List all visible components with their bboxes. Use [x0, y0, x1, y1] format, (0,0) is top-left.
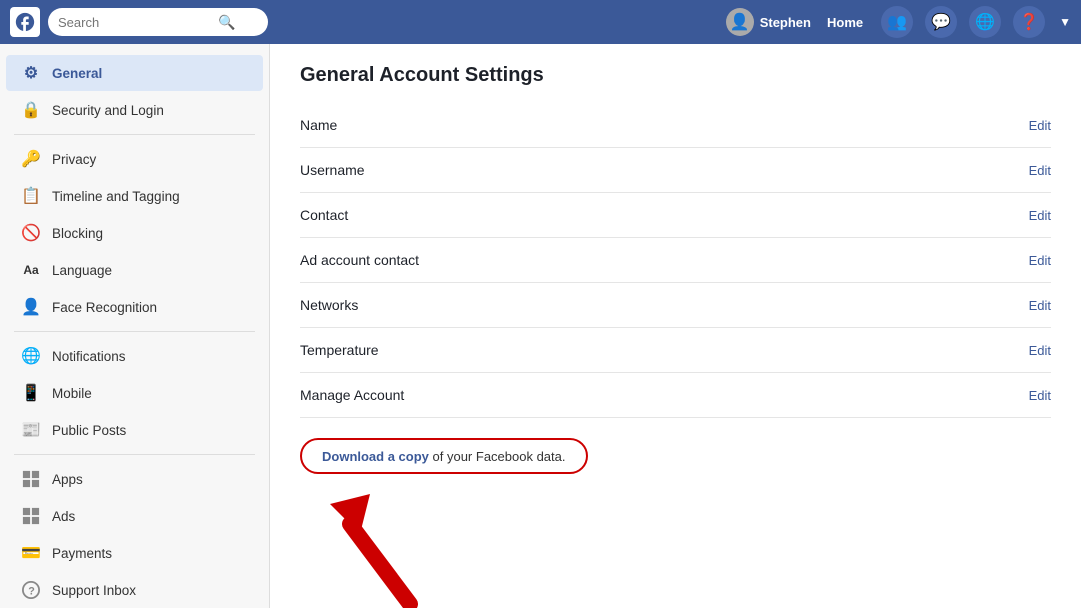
sidebar-item-label: Language	[52, 263, 112, 278]
sidebar-section-apps: Apps Ads 💳 Payments ? Support I	[0, 461, 269, 608]
sidebar-item-label: Payments	[52, 546, 112, 561]
mobile-icon: 📱	[20, 382, 42, 404]
help-icon[interactable]: ❓	[1013, 6, 1045, 38]
sidebar-item-timeline-tagging[interactable]: 📋 Timeline and Tagging	[6, 178, 263, 214]
sidebar-item-label: Timeline and Tagging	[52, 189, 180, 204]
ads-icon	[20, 505, 42, 527]
friends-icon[interactable]: 👥	[881, 6, 913, 38]
edit-username-link[interactable]: Edit	[1029, 163, 1051, 178]
row-label-contact: Contact	[300, 207, 1029, 223]
settings-row-temperature: Temperature Edit	[300, 328, 1051, 373]
settings-table: Name Edit Username Edit Contact Edit Ad …	[300, 103, 1051, 418]
notifications-icon: 🌐	[20, 345, 42, 367]
edit-name-link[interactable]: Edit	[1029, 118, 1051, 133]
sidebar-section-main: ⚙ General 🔒 Security and Login	[0, 55, 269, 128]
sidebar-item-general[interactable]: ⚙ General	[6, 55, 263, 91]
sidebar-divider	[14, 134, 255, 135]
search-input[interactable]	[58, 15, 218, 30]
sidebar-item-label: Privacy	[52, 152, 96, 167]
settings-row-contact: Contact Edit	[300, 193, 1051, 238]
face-recognition-icon: 👤	[20, 296, 42, 318]
top-navigation: 🔍 👤 Stephen Home 👥 💬 🌐 ❓ ▼	[0, 0, 1081, 44]
red-arrow-svg	[300, 484, 460, 608]
edit-ad-account-contact-link[interactable]: Edit	[1029, 253, 1051, 268]
search-box[interactable]: 🔍	[48, 8, 268, 36]
globe-icon[interactable]: 🌐	[969, 6, 1001, 38]
settings-row-ad-account-contact: Ad account contact Edit	[300, 238, 1051, 283]
sidebar: ⚙ General 🔒 Security and Login 🔑 Privacy…	[0, 44, 270, 608]
row-label-temperature: Temperature	[300, 342, 1029, 358]
sidebar-item-security-login[interactable]: 🔒 Security and Login	[6, 92, 263, 128]
user-name: Stephen	[760, 15, 811, 30]
home-link[interactable]: Home	[819, 15, 871, 30]
search-icon: 🔍	[218, 14, 235, 31]
sidebar-item-face-recognition[interactable]: 👤 Face Recognition	[6, 289, 263, 325]
sidebar-item-label: Face Recognition	[52, 300, 157, 315]
sidebar-item-label: Security and Login	[52, 103, 164, 118]
language-icon: Aa	[20, 259, 42, 281]
avatar: 👤	[726, 8, 754, 36]
sidebar-item-label: Apps	[52, 472, 83, 487]
sidebar-item-label: Support Inbox	[52, 583, 136, 598]
nav-dropdown-icon[interactable]: ▼	[1059, 15, 1071, 29]
edit-contact-link[interactable]: Edit	[1029, 208, 1051, 223]
privacy-icon: 🔑	[20, 148, 42, 170]
main-content: General Account Settings Name Edit Usern…	[270, 44, 1081, 608]
apps-icon	[20, 468, 42, 490]
sidebar-item-apps[interactable]: Apps	[6, 461, 263, 497]
sidebar-item-payments[interactable]: 💳 Payments	[6, 535, 263, 571]
annotation-arrow	[300, 484, 500, 608]
edit-temperature-link[interactable]: Edit	[1029, 343, 1051, 358]
sidebar-item-label: Blocking	[52, 226, 103, 241]
page-layout: ⚙ General 🔒 Security and Login 🔑 Privacy…	[0, 44, 1081, 608]
public-posts-icon: 📰	[20, 419, 42, 441]
sidebar-item-language[interactable]: Aa Language	[6, 252, 263, 288]
payments-icon: 💳	[20, 542, 42, 564]
page-title: General Account Settings	[300, 64, 1051, 87]
sidebar-item-label: Notifications	[52, 349, 126, 364]
support-inbox-icon: ?	[20, 579, 42, 601]
sidebar-item-label: Ads	[52, 509, 75, 524]
download-section: Download a copy of your Facebook data.	[300, 438, 1051, 608]
download-copy-link[interactable]: Download a copy	[322, 449, 429, 464]
sidebar-item-blocking[interactable]: 🚫 Blocking	[6, 215, 263, 251]
sidebar-divider	[14, 454, 255, 455]
row-label-networks: Networks	[300, 297, 1029, 313]
sidebar-item-privacy[interactable]: 🔑 Privacy	[6, 141, 263, 177]
download-suffix: of your Facebook data.	[429, 449, 566, 464]
row-label-username: Username	[300, 162, 1029, 178]
download-link-text: Download a copy of your Facebook data.	[322, 449, 566, 464]
facebook-logo	[10, 7, 40, 37]
sidebar-item-ads[interactable]: Ads	[6, 498, 263, 534]
sidebar-item-public-posts[interactable]: 📰 Public Posts	[6, 412, 263, 448]
edit-manage-account-link[interactable]: Edit	[1029, 388, 1051, 403]
sidebar-divider	[14, 331, 255, 332]
settings-row-manage-account: Manage Account Edit	[300, 373, 1051, 418]
sidebar-item-label: Mobile	[52, 386, 92, 401]
svg-text:?: ?	[28, 586, 35, 598]
row-label-manage-account: Manage Account	[300, 387, 1029, 403]
sidebar-item-support-inbox[interactable]: ? Support Inbox	[6, 572, 263, 608]
sidebar-section-privacy: 🔑 Privacy 📋 Timeline and Tagging 🚫 Block…	[0, 141, 269, 325]
row-label-name: Name	[300, 117, 1029, 133]
settings-row-name: Name Edit	[300, 103, 1051, 148]
lock-icon: 🔒	[20, 99, 42, 121]
messenger-icon[interactable]: 💬	[925, 6, 957, 38]
settings-row-username: Username Edit	[300, 148, 1051, 193]
sidebar-item-mobile[interactable]: 📱 Mobile	[6, 375, 263, 411]
blocking-icon: 🚫	[20, 222, 42, 244]
gear-icon: ⚙	[20, 62, 42, 84]
settings-row-networks: Networks Edit	[300, 283, 1051, 328]
sidebar-item-notifications[interactable]: 🌐 Notifications	[6, 338, 263, 374]
sidebar-item-label: Public Posts	[52, 423, 126, 438]
sidebar-section-notifications: 🌐 Notifications 📱 Mobile 📰 Public Posts	[0, 338, 269, 448]
user-profile[interactable]: 👤 Stephen	[726, 8, 811, 36]
edit-networks-link[interactable]: Edit	[1029, 298, 1051, 313]
row-label-ad-account-contact: Ad account contact	[300, 252, 1029, 268]
sidebar-item-label: General	[52, 66, 102, 81]
download-highlight: Download a copy of your Facebook data.	[300, 438, 588, 474]
timeline-icon: 📋	[20, 185, 42, 207]
